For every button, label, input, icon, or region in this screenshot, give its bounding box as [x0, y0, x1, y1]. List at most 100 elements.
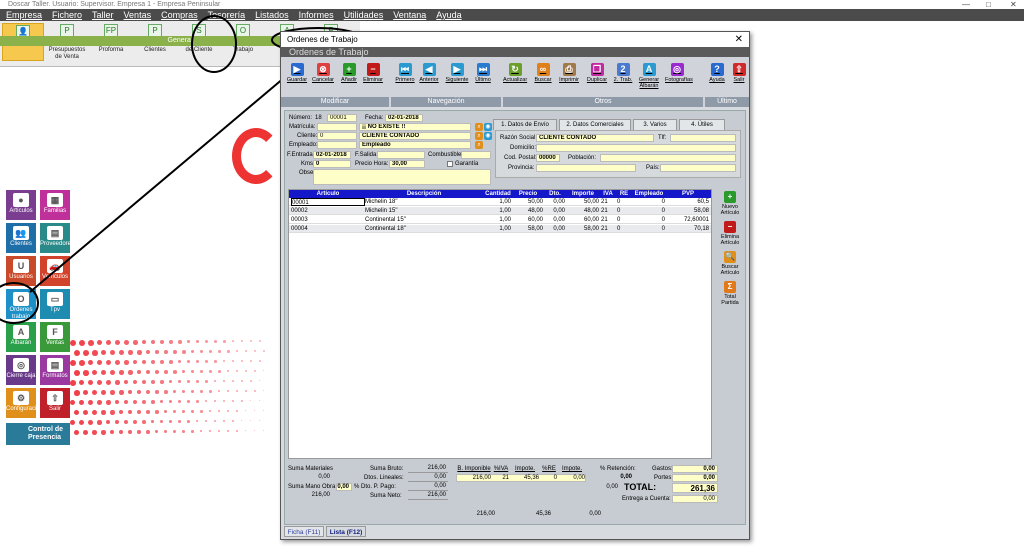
empleado-code-field[interactable]: [317, 141, 357, 149]
portes-field[interactable]: 0,00: [672, 474, 718, 482]
grid-header-9[interactable]: PVP: [667, 190, 709, 198]
duplicate-button[interactable]: ❐ Duplicar: [585, 63, 609, 93]
grid-header-8[interactable]: Empleado: [633, 190, 665, 198]
grid-header-7[interactable]: RE: [617, 190, 631, 198]
print-button[interactable]: ⎙ Imprimir: [557, 63, 581, 93]
remove-item-button[interactable]: − Elimina Artículo: [717, 221, 743, 246]
razon-field[interactable]: CLIENTE CONTADO: [536, 134, 654, 142]
last-button[interactable]: ⏭ Último: [471, 63, 495, 93]
grid-header-5[interactable]: Importe: [567, 190, 599, 198]
view-icon[interactable]: ◉: [484, 132, 492, 140]
matricula-name: ¡¡ NO EXISTE !!: [359, 123, 471, 131]
search-icon[interactable]: ⌕: [475, 123, 483, 131]
work-button[interactable]: 2 2. Trab.: [611, 63, 635, 93]
total-button[interactable]: Σ Total Partida: [717, 281, 743, 306]
add-icon: +: [342, 63, 356, 76]
grid-header-0[interactable]: Artículo: [291, 190, 365, 198]
cuenta-field[interactable]: 0,00: [672, 495, 718, 503]
dialog-subtitle: Ordenes de Trabajo: [281, 47, 749, 57]
refresh-button[interactable]: ↻ Actualizar: [503, 63, 527, 93]
grid-header-2[interactable]: Cantidad: [485, 190, 511, 198]
items-grid[interactable]: Artículo Descripción Cantidad Precio Dto. Imp…: [288, 189, 712, 459]
detail-tab-1[interactable]: 2. Datos Comerciales: [559, 119, 631, 130]
add-button[interactable]: + Añadir: [337, 63, 361, 93]
gastos-field[interactable]: 0,00: [672, 465, 718, 473]
view-icon[interactable]: ◉: [484, 123, 492, 131]
grid-header-3[interactable]: Precio: [513, 190, 543, 198]
toolbar-label: Cancelar: [311, 77, 334, 83]
tlf-field[interactable]: [670, 134, 736, 142]
dtopp-pct-field[interactable]: 0,00: [336, 483, 352, 491]
precio-field[interactable]: 30,00: [389, 160, 425, 168]
domicilio-field[interactable]: [536, 144, 736, 152]
combustible-field[interactable]: [461, 151, 491, 159]
exit-button[interactable]: ⇧ Salir: [727, 63, 751, 93]
dialog-close-button[interactable]: ✕: [735, 32, 743, 47]
salida-label: F.Salida:: [355, 152, 379, 158]
provincia-field[interactable]: [536, 164, 636, 172]
cp-label: Cod. Postal:: [504, 155, 537, 161]
table-cell: 72,60001: [683, 217, 709, 223]
foot-re: 0,00: [589, 511, 601, 517]
detail-tab-0[interactable]: 1. Datos de Envío: [493, 119, 557, 130]
toolbar-label: Eliminar: [363, 77, 383, 83]
obser-field[interactable]: [313, 169, 491, 185]
empleado-name: Empleado: [359, 141, 471, 149]
table-cell: 21: [601, 226, 608, 232]
cliente-code-field[interactable]: 0: [317, 132, 357, 140]
bottom-tab-0[interactable]: Ficha (F11): [284, 526, 324, 537]
fecha-field[interactable]: 02-01-2018: [385, 114, 423, 122]
work-order-dialog: Ordenes de Trabajo ✕ Ordenes de Trabajo …: [280, 31, 750, 540]
new-item-button[interactable]: + Nuevo Artículo: [717, 191, 743, 216]
table-cell: 00003: [291, 217, 308, 223]
bottom-tab-1[interactable]: Lista (F12): [326, 526, 366, 537]
portes-label: Portes:: [654, 475, 674, 481]
cliente-label: Cliente:: [297, 133, 318, 139]
poblacion-field[interactable]: [600, 154, 736, 162]
detail-tab-2[interactable]: 3. Varios: [633, 119, 677, 130]
cp-field[interactable]: 00000: [536, 154, 560, 162]
pais-field[interactable]: [660, 164, 736, 172]
dtopp-value: 0,00: [408, 483, 448, 491]
table-cell: 58,00: [527, 226, 543, 232]
search-icon[interactable]: ⌕: [475, 141, 483, 149]
salida-field[interactable]: [377, 151, 425, 159]
kms-field[interactable]: 0: [313, 160, 351, 168]
side-label: Nuevo Artículo: [720, 204, 740, 216]
cancel-button[interactable]: ⊗ Cancelar: [311, 63, 335, 93]
delete-button[interactable]: − Eliminar: [361, 63, 385, 93]
toolbar-label: 2. Trab.: [613, 77, 633, 83]
refresh-icon: ↻: [508, 63, 522, 76]
grid-header-1[interactable]: Descripción: [365, 190, 483, 198]
poblacion-label: Población:: [568, 155, 597, 161]
table-row[interactable]: 00001 Michelin 18" 1,00 50,00 0,00 50,00 21 0 0 6…: [289, 198, 711, 206]
toolbar-group-2: Otros: [503, 97, 703, 107]
grid-header-4[interactable]: Dto.: [545, 190, 565, 198]
prev-button[interactable]: ◀ Anterior: [417, 63, 441, 93]
photos-button[interactable]: ◎ Fotografías: [665, 63, 693, 93]
dialog-toolbar: ▶ Guardar ⊗ Cancelar + Añadir − Eliminar ⏮ Primer…: [281, 57, 749, 107]
binoculars-button[interactable]: ∞ Buscar: [531, 63, 555, 93]
save-button[interactable]: ▶ Guardar: [285, 63, 309, 93]
toolbar-label: Anterior: [419, 77, 439, 83]
table-row[interactable]: 00004 Continental 18" 1,00 58,00 0,00 58,00 21…: [289, 225, 711, 233]
grid-header-6[interactable]: IVA: [601, 190, 615, 198]
generate-delivery-button[interactable]: A Generar Albarán: [637, 63, 661, 93]
dtos-label: Dtos. Lineales:: [364, 475, 404, 481]
garantia-checkbox[interactable]: [447, 161, 453, 167]
table-cell: 0: [617, 199, 621, 205]
table-row[interactable]: 00003 Continental 15" 1,00 60,00 0,00 60,00 21…: [289, 216, 711, 224]
matricula-field[interactable]: [317, 123, 357, 131]
help-button[interactable]: ? Ayuda: [705, 63, 729, 93]
first-button[interactable]: ⏮ Primero: [393, 63, 417, 93]
numero-field[interactable]: 00001: [327, 114, 357, 122]
table-row[interactable]: 00002 Michelin 15" 1,00 48,00 0,00 48,00 21 0 0 5…: [289, 207, 711, 215]
search-item-button[interactable]: 🔍 Buscar Artículo: [717, 251, 743, 276]
total-icon: Σ: [724, 281, 736, 293]
retencion-label: % Retención:: [600, 466, 636, 472]
detail-tab-3[interactable]: 4. Útiles: [679, 119, 725, 130]
next-button[interactable]: ▶ Siguiente: [445, 63, 469, 93]
entrada-field[interactable]: 02-01-2018: [313, 151, 351, 159]
toolbar-label: Salir: [733, 77, 745, 83]
search-icon[interactable]: ⌕: [475, 132, 483, 140]
